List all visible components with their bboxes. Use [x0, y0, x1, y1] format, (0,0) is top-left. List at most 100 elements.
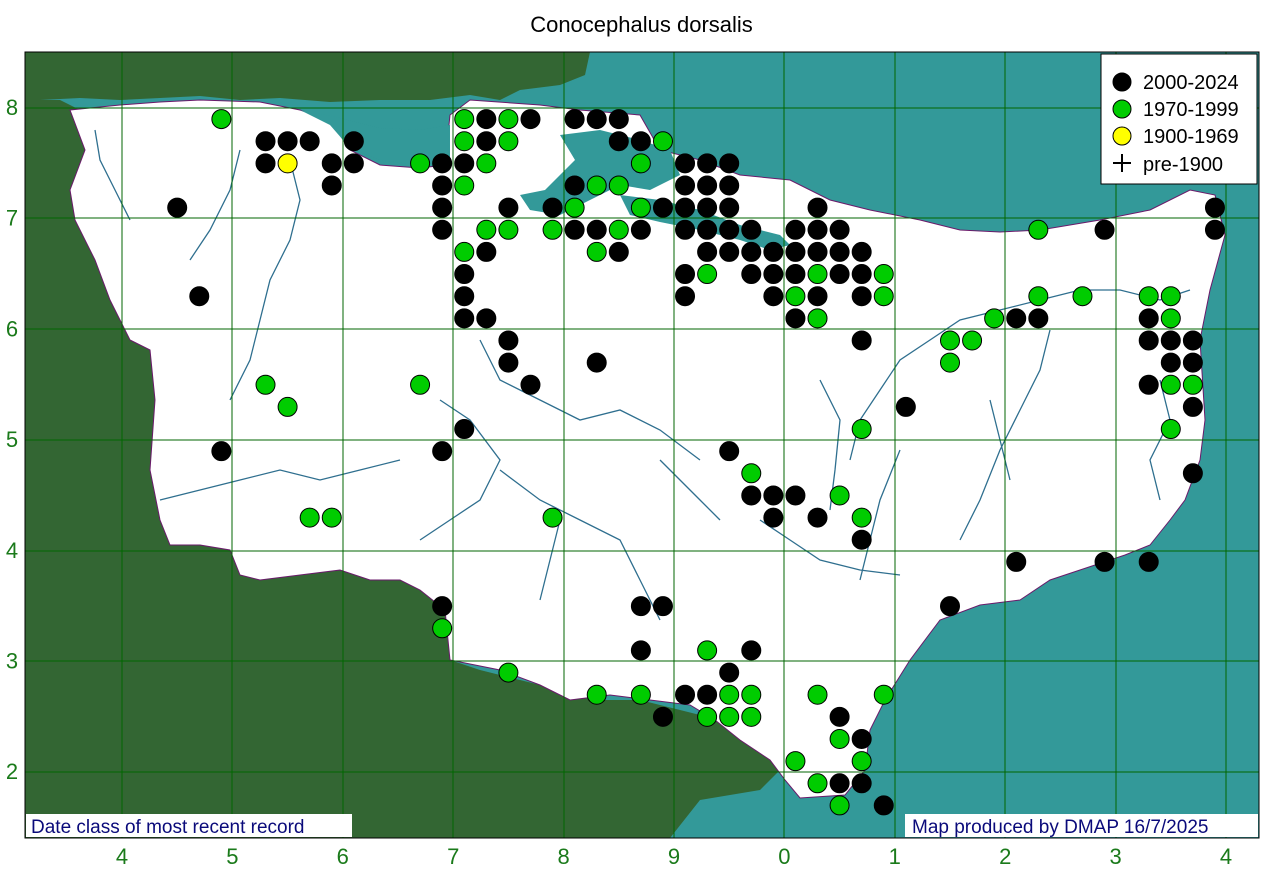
record-dot	[586, 352, 607, 373]
record-dot	[851, 773, 872, 794]
record-dot	[608, 175, 629, 196]
record-dot	[962, 330, 983, 351]
record-dot	[652, 197, 673, 218]
record-dot	[454, 286, 475, 307]
record-dot	[1028, 308, 1049, 329]
record-dot	[675, 219, 696, 240]
record-dot	[873, 684, 894, 705]
record-dot	[1138, 308, 1159, 329]
record-dot	[851, 241, 872, 262]
y-axis-labels: 8 7 6 5 4 3 2	[6, 95, 18, 784]
record-dot	[940, 330, 960, 351]
record-dot	[630, 153, 651, 174]
record-dot	[586, 219, 607, 240]
record-dot	[873, 286, 894, 307]
record-dot	[741, 219, 762, 240]
record-dot	[984, 308, 1005, 329]
record-dot	[1138, 551, 1159, 572]
record-dot	[1204, 219, 1225, 240]
record-dot	[873, 264, 894, 285]
record-dot	[741, 264, 762, 285]
record-dot	[321, 175, 342, 196]
record-dot	[432, 618, 453, 639]
record-dot	[652, 131, 673, 152]
record-dot	[255, 374, 276, 395]
record-dot	[719, 197, 740, 218]
y-tick-label: 2	[6, 759, 18, 784]
record-dot	[807, 264, 828, 285]
record-dot	[454, 264, 475, 285]
legend-green-circle-icon	[1112, 99, 1132, 119]
y-tick-label: 6	[6, 316, 18, 341]
record-dot	[630, 131, 651, 152]
record-dot	[1204, 197, 1225, 218]
record-dot	[630, 596, 651, 617]
record-dot	[741, 684, 762, 705]
record-dot	[476, 241, 497, 262]
record-dot	[785, 264, 806, 285]
record-dot	[476, 109, 497, 130]
record-dot	[586, 241, 607, 262]
record-dot	[299, 507, 320, 528]
legend-label-recent: 2000-2024	[1143, 72, 1239, 94]
record-dot	[940, 352, 960, 373]
record-dot	[167, 197, 188, 218]
record-dot	[807, 507, 828, 528]
record-dot	[277, 131, 298, 152]
record-dot	[476, 219, 497, 240]
record-dot	[498, 352, 519, 373]
record-dot	[586, 109, 607, 130]
legend-yellow-circle-icon	[1112, 126, 1132, 146]
record-dot	[454, 153, 475, 174]
y-tick-label: 8	[6, 95, 18, 120]
record-dot	[1138, 374, 1159, 395]
record-dot	[1138, 330, 1159, 351]
record-dot	[741, 706, 762, 727]
record-dot	[719, 684, 740, 705]
legend: 2000-2024 1970-1999 1900-1969 pre-1900	[1100, 53, 1258, 185]
record-dot	[851, 728, 872, 749]
record-dot	[652, 596, 673, 617]
distribution-map: 4 5 6 7 8 9 0 1 2 3 4 8 7 6 5 4 3 2 2000-2024 1970-1999 …	[6, 51, 1260, 869]
record-dot	[498, 330, 519, 351]
record-dot	[564, 109, 585, 130]
record-dot	[277, 153, 298, 174]
record-dot	[851, 751, 872, 772]
record-dot	[851, 507, 872, 528]
x-tick-label: 1	[889, 844, 901, 869]
record-dot	[697, 175, 718, 196]
record-dot	[697, 153, 718, 174]
record-dot	[608, 131, 629, 152]
x-tick-label: 4	[1220, 844, 1232, 869]
record-dot	[873, 795, 894, 816]
record-dot	[785, 241, 806, 262]
record-dot	[1094, 551, 1115, 572]
record-dot	[763, 485, 784, 506]
legend-label-pre1900: pre-1900	[1143, 154, 1223, 176]
record-dot	[807, 197, 828, 218]
record-dot	[741, 640, 762, 661]
record-dot	[940, 596, 960, 617]
record-dot	[454, 131, 475, 152]
record-dot	[498, 662, 519, 683]
record-dot	[719, 175, 740, 196]
record-dot	[1182, 463, 1203, 484]
record-dot	[564, 175, 585, 196]
record-dot	[675, 197, 696, 218]
record-dot	[586, 684, 607, 705]
y-tick-label: 5	[6, 427, 18, 452]
record-dot	[476, 131, 497, 152]
outside-land-north	[25, 52, 590, 102]
record-dot	[763, 507, 784, 528]
record-dot	[829, 219, 850, 240]
record-dot	[719, 219, 740, 240]
record-dot	[851, 286, 872, 307]
y-tick-label: 3	[6, 649, 18, 674]
record-dot	[675, 153, 696, 174]
x-tick-label: 6	[337, 844, 349, 869]
record-dot	[630, 219, 651, 240]
y-tick-label: 4	[6, 538, 18, 563]
record-dot	[1138, 286, 1159, 307]
record-dot	[454, 241, 475, 262]
record-dot	[763, 241, 784, 262]
